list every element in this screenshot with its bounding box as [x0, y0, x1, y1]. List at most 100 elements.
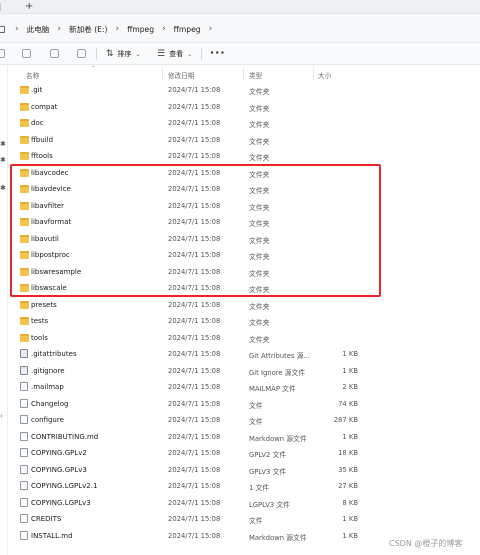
file-icon	[20, 382, 28, 391]
file-row[interactable]: configure 2024/7/1 15:08 文件 287 KB	[8, 412, 480, 428]
file-date: 2024/7/1 15:08	[168, 234, 221, 243]
breadcrumb-item[interactable]: 此电脑	[27, 24, 50, 35]
file-row[interactable]: presets 2024/7/1 15:08 文件夹	[8, 297, 480, 313]
file-name: configure	[31, 416, 64, 424]
file-row[interactable]: CREDITS 2024/7/1 15:08 文件 1 KB	[8, 511, 480, 527]
new-tab-button[interactable]: +	[25, 1, 33, 13]
file-date: 2024/7/1 15:08	[168, 267, 221, 276]
file-type: 文件夹	[249, 335, 270, 344]
file-size: 1 KB	[342, 366, 358, 375]
file-row[interactable]: CONTRIBUTING.md 2024/7/1 15:08 Markdown 源文…	[8, 429, 480, 445]
file-type: 文件	[249, 517, 263, 525]
file-row[interactable]: doc 2024/7/1 15:08 文件夹	[8, 115, 480, 131]
file-type: 文件夹	[249, 170, 270, 179]
file-row[interactable]: .mailmap 2024/7/1 15:08 MAILMAP 文件 2 KB	[8, 379, 480, 395]
chevron-right-icon: ›	[15, 24, 19, 34]
file-icon	[20, 530, 28, 540]
file-name: libavcodec	[31, 168, 69, 177]
breadcrumb-item[interactable]: 新加卷 (E:)	[69, 24, 107, 35]
file-row[interactable]: libavformat 2024/7/1 15:08 文件夹	[8, 214, 480, 230]
file-date: 2024/7/1 15:08	[168, 251, 221, 259]
file-type: 文件夹	[249, 269, 270, 278]
file-row[interactable]: Changelog 2024/7/1 15:08 文件 74 KB	[8, 396, 480, 412]
file-row[interactable]: libavutil 2024/7/1 15:08 文件夹	[8, 231, 480, 247]
file-date: 2024/7/1 15:08	[168, 333, 221, 342]
file-icon	[20, 464, 28, 474]
file-size: 1 KB	[342, 531, 358, 540]
chevron-down-icon: ⌄	[187, 50, 193, 58]
command-toolbar: ⇅ 排序 ⌄ ☰ 查看 ⌄ ···	[0, 43, 480, 65]
file-row[interactable]: COPYING.LGPLv2.1 2024/7/1 15:08 1 文件 27 KB	[8, 478, 480, 494]
chevron-right-icon[interactable]: ›	[209, 24, 213, 34]
breadcrumb-item[interactable]: ffmpeg	[127, 25, 154, 34]
file-size: 18 KB	[338, 449, 358, 457]
chevron-right-icon: ›	[115, 24, 120, 34]
file-name: libavutil	[31, 234, 59, 243]
sort-icon: ⇅	[106, 49, 114, 59]
file-date: 2024/7/1 15:08	[168, 383, 221, 391]
file-type: Git Ignore 源文件	[249, 368, 306, 377]
share-icon[interactable]	[50, 49, 59, 58]
file-name: fftools	[31, 152, 53, 160]
view-button[interactable]: ☰ 查看 ⌄	[157, 48, 192, 60]
column-divider[interactable]	[313, 68, 314, 80]
file-row[interactable]: tools 2024/7/1 15:08 文件夹	[8, 330, 480, 346]
file-row[interactable]: libavdevice 2024/7/1 15:08 文件夹	[8, 181, 480, 197]
file-row[interactable]: libswscale 2024/7/1 15:08 文件夹	[8, 280, 480, 296]
toolbar-divider	[201, 48, 202, 60]
file-row[interactable]: ffbuild 2024/7/1 15:08 文件夹	[8, 132, 480, 148]
delete-icon[interactable]	[77, 49, 86, 58]
file-name: libswresample	[31, 267, 82, 276]
folder-icon	[20, 185, 29, 193]
file-type: 文件夹	[249, 121, 270, 129]
file-type: 文件夹	[249, 88, 270, 96]
file-name: .gitignore	[31, 366, 65, 375]
file-row[interactable]: .gitignore 2024/7/1 15:08 Git Ignore 源文件 1 …	[8, 363, 480, 379]
file-size: 1 KB	[342, 432, 358, 441]
folder-icon	[20, 102, 29, 111]
chevron-right-icon: ›	[162, 24, 166, 34]
column-type[interactable]: 类型	[249, 70, 262, 80]
breadcrumb-item[interactable]: ffmpeg	[174, 25, 201, 34]
file-row[interactable]: COPYING.GPLv3 2024/7/1 15:08 GPLV3 文件 35 KB	[8, 462, 480, 478]
column-name[interactable]: 名称	[26, 70, 39, 80]
file-row[interactable]: .git 2024/7/1 15:08 文件夹	[8, 82, 480, 98]
sort-button[interactable]: ⇅ 排序 ⌄	[106, 48, 141, 60]
file-row[interactable]: libavcodec 2024/7/1 15:08 文件夹	[8, 165, 480, 181]
copy-icon[interactable]	[0, 49, 5, 58]
file-date: 2024/7/1 15:08	[168, 482, 221, 490]
file-date: 2024/7/1 15:08	[168, 185, 221, 193]
file-name: presets	[31, 300, 57, 309]
file-row[interactable]: compat 2024/7/1 15:08 文件夹	[8, 99, 480, 115]
column-divider[interactable]	[243, 68, 244, 80]
file-row[interactable]: libavfilter 2024/7/1 15:08 文件夹	[8, 198, 480, 214]
file-type: 文件	[249, 401, 263, 410]
file-date: 2024/7/1 15:08	[168, 465, 221, 474]
file-type: Markdown 源文件	[249, 434, 307, 443]
view-label: 查看	[169, 50, 184, 58]
file-size: 74 KB	[338, 399, 358, 408]
file-row[interactable]: .gitattributes 2024/7/1 15:08 Git Attribut…	[8, 346, 480, 362]
more-options-button[interactable]: ···	[210, 46, 226, 59]
file-row[interactable]: COPYING.LGPLv3 2024/7/1 15:08 LGPLV3 文件 8 K…	[8, 495, 480, 511]
file-name: .mailmap	[31, 383, 64, 391]
file-row[interactable]: libswresample 2024/7/1 15:08 文件夹	[8, 264, 480, 280]
file-date: 2024/7/1 15:08	[168, 86, 221, 94]
column-size[interactable]: 大小	[318, 70, 331, 80]
file-type: 文件夹	[249, 319, 270, 327]
file-row[interactable]: fftools 2024/7/1 15:08 文件夹	[8, 148, 480, 164]
file-name: libavfilter	[31, 201, 65, 210]
paste-icon[interactable]	[22, 49, 31, 58]
breadcrumb: › 此电脑 › 新加卷 (E:) › ffmpeg › ffmpeg ›	[0, 22, 220, 36]
file-icon	[20, 497, 28, 507]
file-type: 文件	[249, 418, 263, 426]
file-type: 1 文件	[249, 484, 270, 492]
file-row[interactable]: libpostproc 2024/7/1 15:08 文件夹	[8, 247, 480, 263]
file-row[interactable]: tests 2024/7/1 15:08 文件夹	[8, 313, 480, 329]
file-type: 文件夹	[249, 137, 270, 146]
column-divider[interactable]	[162, 68, 163, 80]
file-row[interactable]: COPYING.GPLv2 2024/7/1 15:08 GPLV2 文件 18 KB	[8, 445, 480, 461]
file-date: 2024/7/1 15:08	[168, 416, 221, 424]
file-size: 2 KB	[342, 383, 358, 391]
column-date[interactable]: 修改日期	[168, 70, 194, 80]
